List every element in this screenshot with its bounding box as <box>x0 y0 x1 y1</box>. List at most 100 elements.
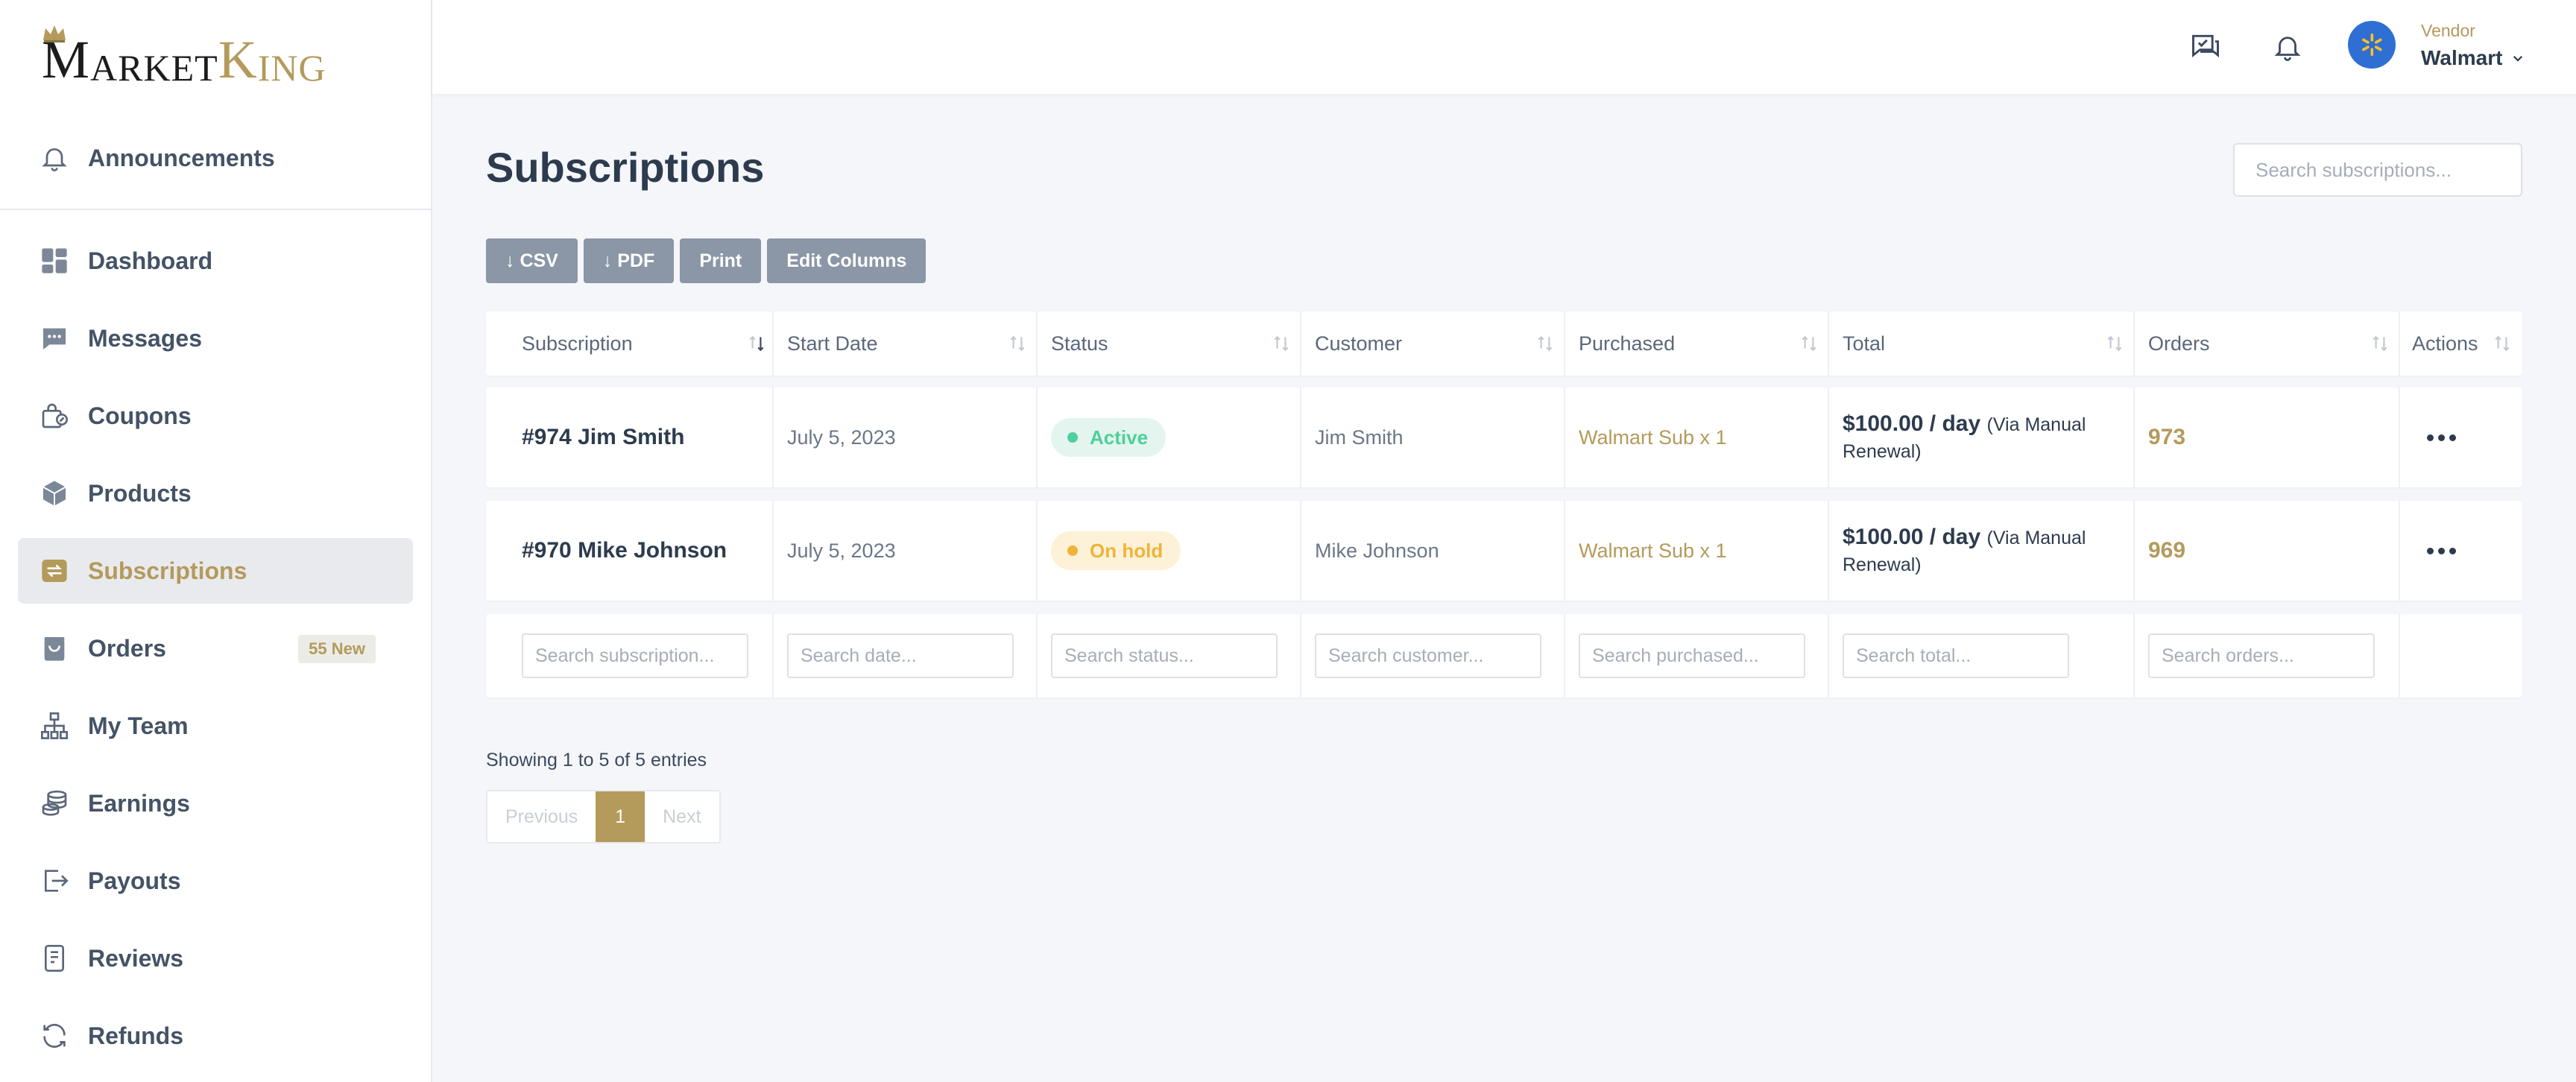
sidebar-item-label: Announcements <box>88 144 275 171</box>
start-date-text: July 5, 2023 <box>787 539 896 562</box>
filter-purchased-input[interactable] <box>1579 633 1805 678</box>
sidebar-item-dashboard[interactable]: Dashboard <box>18 228 413 294</box>
column-divider <box>1828 311 1829 376</box>
sort-icon[interactable] <box>1008 334 1027 353</box>
sidebar-item-my-team[interactable]: My Team <box>18 693 413 759</box>
orders-cell[interactable]: 969 <box>2148 501 2185 601</box>
vendor-switcher[interactable]: Walmart <box>2421 46 2525 70</box>
subscriptions-search-box[interactable] <box>2233 143 2522 197</box>
sort-icon[interactable] <box>1535 334 1555 353</box>
status-dot-icon <box>1067 432 1078 443</box>
column-divider <box>1300 311 1301 376</box>
status-badge: On hold <box>1051 531 1181 570</box>
vendor-name-label: Walmart <box>2421 46 2503 69</box>
total-cell: $100.00 / day (Via Manual Renewal) <box>1843 501 2118 601</box>
brand-logo[interactable]: M ARKET K ING <box>42 25 326 89</box>
filter-orders-input[interactable] <box>2148 633 2375 678</box>
filter-date-input[interactable] <box>787 633 1014 678</box>
purchased-cell[interactable]: Walmart Sub x 1 <box>1579 501 1727 601</box>
start-date-text: July 5, 2023 <box>787 425 896 449</box>
sidebar-item-messages[interactable]: Messages <box>18 306 413 371</box>
sidebar-item-subscriptions[interactable]: Subscriptions <box>18 538 413 604</box>
more-actions-icon[interactable] <box>2427 434 2456 441</box>
orders-cell[interactable]: 973 <box>2148 387 2185 487</box>
total-amount: $100.00 / day <box>1843 411 1981 436</box>
order-link[interactable]: 973 <box>2148 425 2185 450</box>
column-header-total[interactable]: Total <box>1843 311 1885 376</box>
order-link[interactable]: 969 <box>2148 538 2185 563</box>
customer-cell: Jim Smith <box>1315 387 1404 487</box>
sidebar-item-label: Payouts <box>88 867 181 894</box>
column-header-status[interactable]: Status <box>1051 311 1108 376</box>
export-toolbar: ↓ CSV ↓ PDF Print Edit Columns <box>486 238 926 283</box>
column-header-purchased[interactable]: Purchased <box>1579 311 1675 376</box>
edit-columns-button[interactable]: Edit Columns <box>767 238 926 283</box>
sidebar-item-earnings[interactable]: Earnings <box>18 771 413 836</box>
column-header-customer[interactable]: Customer <box>1315 311 1402 376</box>
export-pdf-button[interactable]: ↓ PDF <box>583 238 675 283</box>
print-button[interactable]: Print <box>680 238 762 283</box>
subscriptions-search-input[interactable] <box>2255 158 2505 182</box>
sidebar-item-coupons[interactable]: Coupons <box>18 383 413 449</box>
filter-status-input[interactable] <box>1051 633 1278 678</box>
filter-subscription-input[interactable] <box>522 633 748 678</box>
subscription-link[interactable]: #974 Jim Smith <box>522 425 684 450</box>
sidebar-item-refunds[interactable]: Refunds <box>18 1003 413 1069</box>
column-divider <box>2399 311 2400 376</box>
filter-total-input[interactable] <box>1843 633 2069 678</box>
sidebar-item-reviews[interactable]: Reviews <box>18 926 413 991</box>
sidebar-item-payouts[interactable]: Payouts <box>18 848 413 914</box>
column-header-subscription[interactable]: Subscription <box>522 311 633 376</box>
notification-bell-icon[interactable] <box>2267 27 2308 67</box>
filter-cell <box>1579 614 1805 697</box>
purchased-link[interactable]: Walmart Sub x 1 <box>1579 426 1727 449</box>
subscription-cell[interactable]: #974 Jim Smith <box>522 387 684 487</box>
column-divider <box>1828 614 1829 697</box>
column-divider <box>772 614 774 697</box>
more-actions-icon[interactable] <box>2427 547 2456 554</box>
sort-icon[interactable] <box>2105 334 2124 353</box>
sidebar-item-orders[interactable]: Orders 55 New <box>18 616 413 681</box>
sort-icon[interactable] <box>2370 334 2390 353</box>
sidebar-item-announcements[interactable]: Announcements <box>18 125 413 191</box>
table-filter-row <box>486 614 2522 697</box>
column-divider <box>772 311 774 376</box>
filter-customer-input[interactable] <box>1315 633 1541 678</box>
org-chart-icon <box>37 709 72 743</box>
sort-desc-icon[interactable] <box>747 334 766 353</box>
sort-icon[interactable] <box>2493 334 2512 353</box>
page-title: Subscriptions <box>486 144 765 191</box>
purchased-link[interactable]: Walmart Sub x 1 <box>1579 540 1727 563</box>
pagination-previous[interactable]: Previous <box>487 791 596 842</box>
sidebar-item-products[interactable]: Products <box>18 461 413 526</box>
coupon-bag-icon <box>37 399 72 433</box>
column-divider <box>1564 501 1565 601</box>
payout-icon <box>37 864 72 898</box>
column-header-label: Actions <box>2412 332 2478 355</box>
export-csv-button[interactable]: ↓ CSV <box>486 238 578 283</box>
column-divider <box>1036 387 1038 487</box>
subscription-link[interactable]: #970 Mike Johnson <box>522 538 727 563</box>
filter-cell <box>2148 614 2375 697</box>
repeat-icon <box>37 554 72 588</box>
column-divider <box>1564 311 1565 376</box>
customer-text: Jim Smith <box>1315 425 1404 449</box>
column-divider <box>2133 311 2135 376</box>
table-row[interactable]: #970 Mike Johnson July 5, 2023 On hold M… <box>486 501 2522 601</box>
column-divider <box>1828 387 1829 487</box>
purchased-cell[interactable]: Walmart Sub x 1 <box>1579 387 1727 487</box>
column-header-start-date[interactable]: Start Date <box>787 311 878 376</box>
sort-icon[interactable] <box>1272 334 1291 353</box>
status-cell: On hold <box>1051 501 1181 601</box>
brand-letter: K <box>218 30 258 89</box>
pagination-next[interactable]: Next <box>645 791 719 842</box>
messages-icon[interactable] <box>2185 27 2226 67</box>
column-divider <box>2133 387 2135 487</box>
table-row[interactable]: #974 Jim Smith July 5, 2023 Active Jim S… <box>486 387 2522 487</box>
column-divider <box>2399 501 2400 601</box>
vendor-avatar[interactable] <box>2348 21 2396 69</box>
pagination-page-1[interactable]: 1 <box>596 791 645 842</box>
column-header-orders[interactable]: Orders <box>2148 311 2210 376</box>
sort-icon[interactable] <box>1799 334 1819 353</box>
subscription-cell[interactable]: #970 Mike Johnson <box>522 501 727 601</box>
